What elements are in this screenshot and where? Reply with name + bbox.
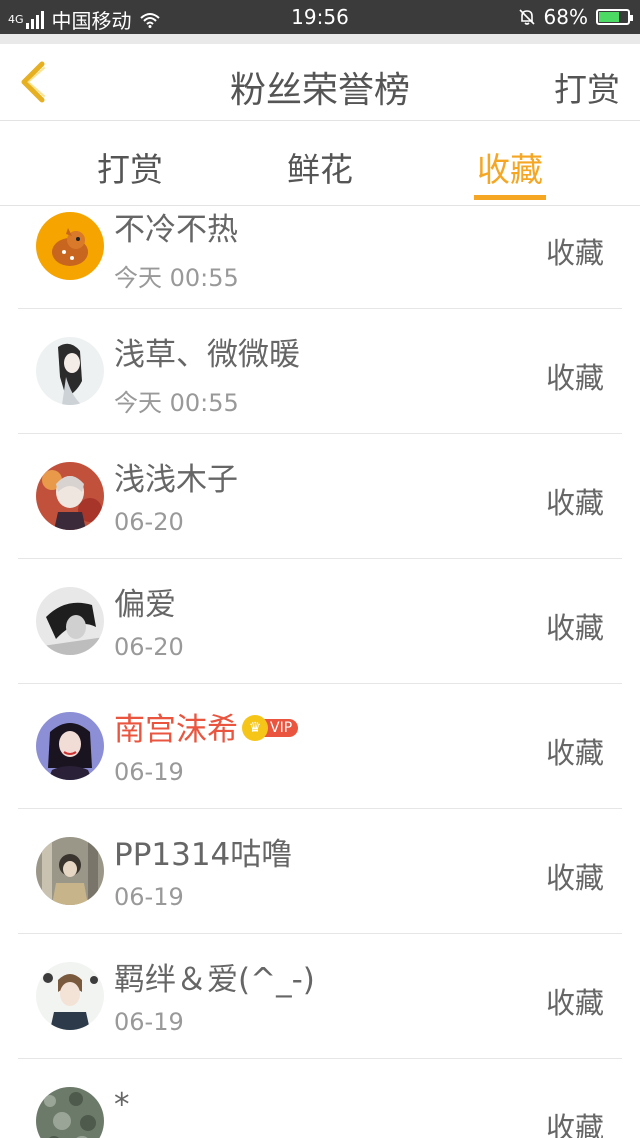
avatar[interactable]: [36, 962, 104, 1030]
timestamp: 06-19: [114, 1008, 184, 1036]
collect-label: 收藏: [545, 736, 604, 770]
list-item[interactable]: 南宫沫希 ♛ VIP 06-19 收藏: [0, 684, 640, 809]
collect-label: 收藏: [545, 986, 604, 1020]
app-header: 粉丝荣誉榜 打赏: [0, 44, 640, 121]
avatar[interactable]: [36, 712, 104, 780]
list-item[interactable]: 羁绊＆爱(^_-) 06-19 收藏: [0, 934, 640, 1059]
vip-badge: ♛ VIP: [242, 714, 299, 741]
user-name-vip: 南宫沫希 ♛ VIP: [114, 704, 299, 749]
avatar[interactable]: [36, 212, 104, 280]
silent-bell-icon: [518, 9, 535, 25]
collect-label: 收藏: [545, 611, 604, 645]
timestamp: 06-20: [114, 508, 184, 536]
collect-label: 收藏: [545, 486, 604, 520]
tab-flowers[interactable]: 鲜花: [260, 143, 380, 191]
status-bar: 4G 中国移动 19:56 68%: [0, 0, 640, 34]
page-title: 粉丝荣誉榜: [229, 70, 410, 111]
collect-label: 收藏: [545, 1111, 604, 1138]
tab-favorites[interactable]: 收藏: [450, 143, 570, 191]
list-item[interactable]: PP1314咕噜 06-19 收藏: [0, 809, 640, 934]
user-name: 羁绊＆爱(^_-): [114, 962, 315, 998]
user-name: 偏爱: [114, 587, 176, 623]
header-shadow: [0, 34, 640, 44]
list-item[interactable]: 浅草、微微暖 今天 00:55 收藏: [0, 309, 640, 434]
avatar[interactable]: [36, 587, 104, 655]
battery-percent: 68%: [543, 5, 588, 29]
timestamp: 06-19: [114, 883, 184, 911]
list-item[interactable]: 偏爱 06-20 收藏: [0, 559, 640, 684]
reward-button[interactable]: 打赏: [554, 63, 620, 111]
active-tab-indicator: [474, 195, 546, 200]
fan-list: 不冷不热 今天 00:55 收藏 浅草、微微暖 今天 00:55 收藏 浅浅木子…: [0, 206, 640, 1138]
timestamp: 06-19: [114, 758, 184, 786]
user-name: 浅浅木子: [114, 462, 238, 498]
timestamp: 06-20: [114, 633, 184, 661]
collect-label: 收藏: [545, 861, 604, 895]
list-item[interactable]: 浅浅木子 06-20 收藏: [0, 434, 640, 559]
collect-label: 收藏: [545, 361, 604, 395]
list-item[interactable]: 不冷不热 今天 00:55 收藏: [0, 206, 640, 309]
status-right: 68%: [518, 5, 633, 29]
collect-label: 收藏: [545, 236, 604, 270]
tab-reward[interactable]: 打赏: [70, 143, 190, 191]
user-name: 不冷不热: [114, 212, 238, 248]
list-item[interactable]: * 收藏: [0, 1059, 640, 1138]
avatar[interactable]: [36, 337, 104, 405]
battery-icon: [596, 9, 633, 25]
avatar[interactable]: [36, 837, 104, 905]
user-name: 浅草、微微暖: [114, 337, 300, 373]
user-name: *: [114, 1087, 130, 1123]
avatar[interactable]: [36, 462, 104, 530]
crown-icon: ♛: [242, 714, 268, 741]
tab-bar: 打赏 鲜花 收藏: [0, 121, 640, 206]
timestamp: 今天 00:55: [114, 389, 239, 417]
user-name: 南宫沫希: [114, 712, 238, 748]
user-name: PP1314咕噜: [114, 837, 293, 873]
avatar[interactable]: [36, 1087, 104, 1138]
timestamp: 今天 00:55: [114, 264, 239, 292]
